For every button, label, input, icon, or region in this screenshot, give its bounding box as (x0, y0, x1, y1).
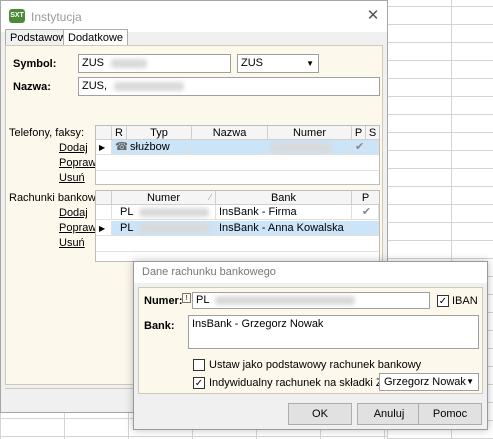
sort-icon: ⁄ (209, 193, 211, 202)
phone-primary-check-icon: ✔ (352, 140, 366, 155)
account-bank-cell: InsBank - Firma (216, 205, 352, 220)
account-primary-check-icon: ✔ (352, 205, 379, 220)
individual-account-checkbox[interactable]: ✓ (193, 377, 205, 389)
phone-s-cell (366, 140, 379, 155)
bank-label: Bank: (144, 320, 175, 332)
col-header-s[interactable]: S (366, 126, 379, 140)
redacted-text (139, 207, 210, 217)
account-number-prefix: PL (120, 222, 134, 234)
account-number-cell: PL (112, 205, 216, 220)
symbol-type-select[interactable]: ZUS ▼ (237, 54, 319, 73)
account-number-input[interactable]: PL (192, 292, 430, 309)
dropdown-arrow-icon: ▼ (306, 59, 314, 68)
empty-row (96, 156, 379, 171)
row-pointer-icon: ▶ (96, 140, 112, 155)
iban-checkbox[interactable]: ✓ (437, 295, 449, 307)
account-number-cell: PL (112, 221, 216, 236)
redacted-text (271, 142, 331, 152)
default-account-label: Ustaw jako podstawowy rachunek bankowy (209, 359, 422, 371)
accounts-grid[interactable]: Numer ⁄ Bank P PL InsBank - Firma ✔ ▶ PL… (95, 190, 380, 262)
empty-row (96, 171, 379, 184)
phones-label: Telefony, faksy: (9, 127, 84, 139)
ok-button[interactable]: OK (288, 403, 352, 425)
col-header-p[interactable]: P (352, 126, 366, 140)
close-icon[interactable]: ✕ (363, 7, 383, 25)
phone-add-link[interactable]: Dodaj (59, 142, 88, 154)
row-pointer-icon: ▶ (96, 221, 112, 236)
phone-delete-link[interactable]: Usuń (59, 172, 85, 184)
col-header-p[interactable]: P (352, 191, 379, 205)
grid-corner (96, 126, 112, 140)
symbol-input[interactable]: ZUS (78, 54, 231, 73)
col-header-typ[interactable]: Typ (127, 126, 192, 140)
account-number-prefix: PL (120, 206, 134, 218)
individual-person-value: Grzegorz Nowak (384, 376, 466, 388)
col-header-bank[interactable]: Bank (216, 191, 352, 205)
dialog-title: Dane rachunku bankowego (134, 262, 487, 283)
redacted-text (139, 223, 210, 233)
row-indicator (96, 205, 112, 220)
col-header-nazwa[interactable]: Nazwa (192, 126, 268, 140)
accounts-label: Rachunki bankowe: (9, 192, 106, 204)
app-icon: SXT (9, 9, 25, 23)
nazwa-input[interactable]: ZUS, (78, 77, 380, 96)
phone-icon: ☎ (112, 140, 129, 155)
nazwa-value: ZUS, (82, 80, 108, 92)
nazwa-label: Nazwa: (13, 81, 51, 93)
table-row[interactable]: ▶ PL InsBank - Anna Kowalska (96, 221, 379, 237)
phones-grid[interactable]: R Typ Nazwa Numer P S ▶ ☎ służbow ✔ (95, 125, 380, 185)
window-title: Instytucja (31, 10, 82, 24)
phone-name-cell (192, 140, 268, 155)
account-number-value: PL (196, 294, 210, 306)
account-edit-link[interactable]: Popraw (59, 222, 96, 234)
symbol-type-value: ZUS (241, 57, 263, 69)
phone-edit-link[interactable]: Popraw (59, 157, 96, 169)
phone-type-cell: służbow (127, 140, 192, 155)
col-header-r[interactable]: R (112, 126, 127, 140)
table-row[interactable]: PL InsBank - Firma ✔ (96, 205, 379, 221)
col-header-numer-label: Numer (146, 192, 180, 204)
account-add-link[interactable]: Dodaj (59, 207, 88, 219)
phone-number-cell (268, 140, 352, 155)
account-bank-cell: InsBank - Anna Kowalska (216, 221, 352, 236)
redacted-text (111, 58, 148, 68)
col-header-numer[interactable]: Numer (268, 126, 352, 140)
bank-textarea[interactable]: InsBank - Grzegorz Nowak (188, 315, 479, 349)
individual-person-select[interactable]: Grzegorz Nowak ▼ (379, 373, 479, 391)
bank-account-dialog: Dane rachunku bankowego Numer: ! PL ✓ IB… (133, 261, 488, 430)
symbol-value: ZUS (82, 57, 104, 69)
title-bar: SXT Instytucja ✕ (1, 1, 387, 32)
cancel-button[interactable]: Anuluj (357, 403, 421, 425)
info-icon[interactable]: ! (182, 293, 191, 303)
symbol-label: Symbol: (13, 58, 57, 70)
redacted-text (215, 295, 356, 305)
numer-label: Numer: (144, 295, 183, 307)
account-delete-link[interactable]: Usuń (59, 237, 85, 249)
dropdown-arrow-icon: ▼ (466, 377, 474, 386)
redacted-text (114, 81, 185, 91)
iban-label: IBAN (452, 295, 478, 307)
help-button[interactable]: Pomoc (418, 403, 482, 425)
empty-row (96, 237, 379, 252)
default-account-checkbox[interactable] (193, 359, 205, 371)
table-row[interactable]: ▶ ☎ służbow ✔ (96, 140, 379, 156)
account-primary-cell (352, 221, 379, 236)
col-header-numer[interactable]: Numer ⁄ (112, 191, 216, 205)
grid-corner (96, 191, 112, 205)
